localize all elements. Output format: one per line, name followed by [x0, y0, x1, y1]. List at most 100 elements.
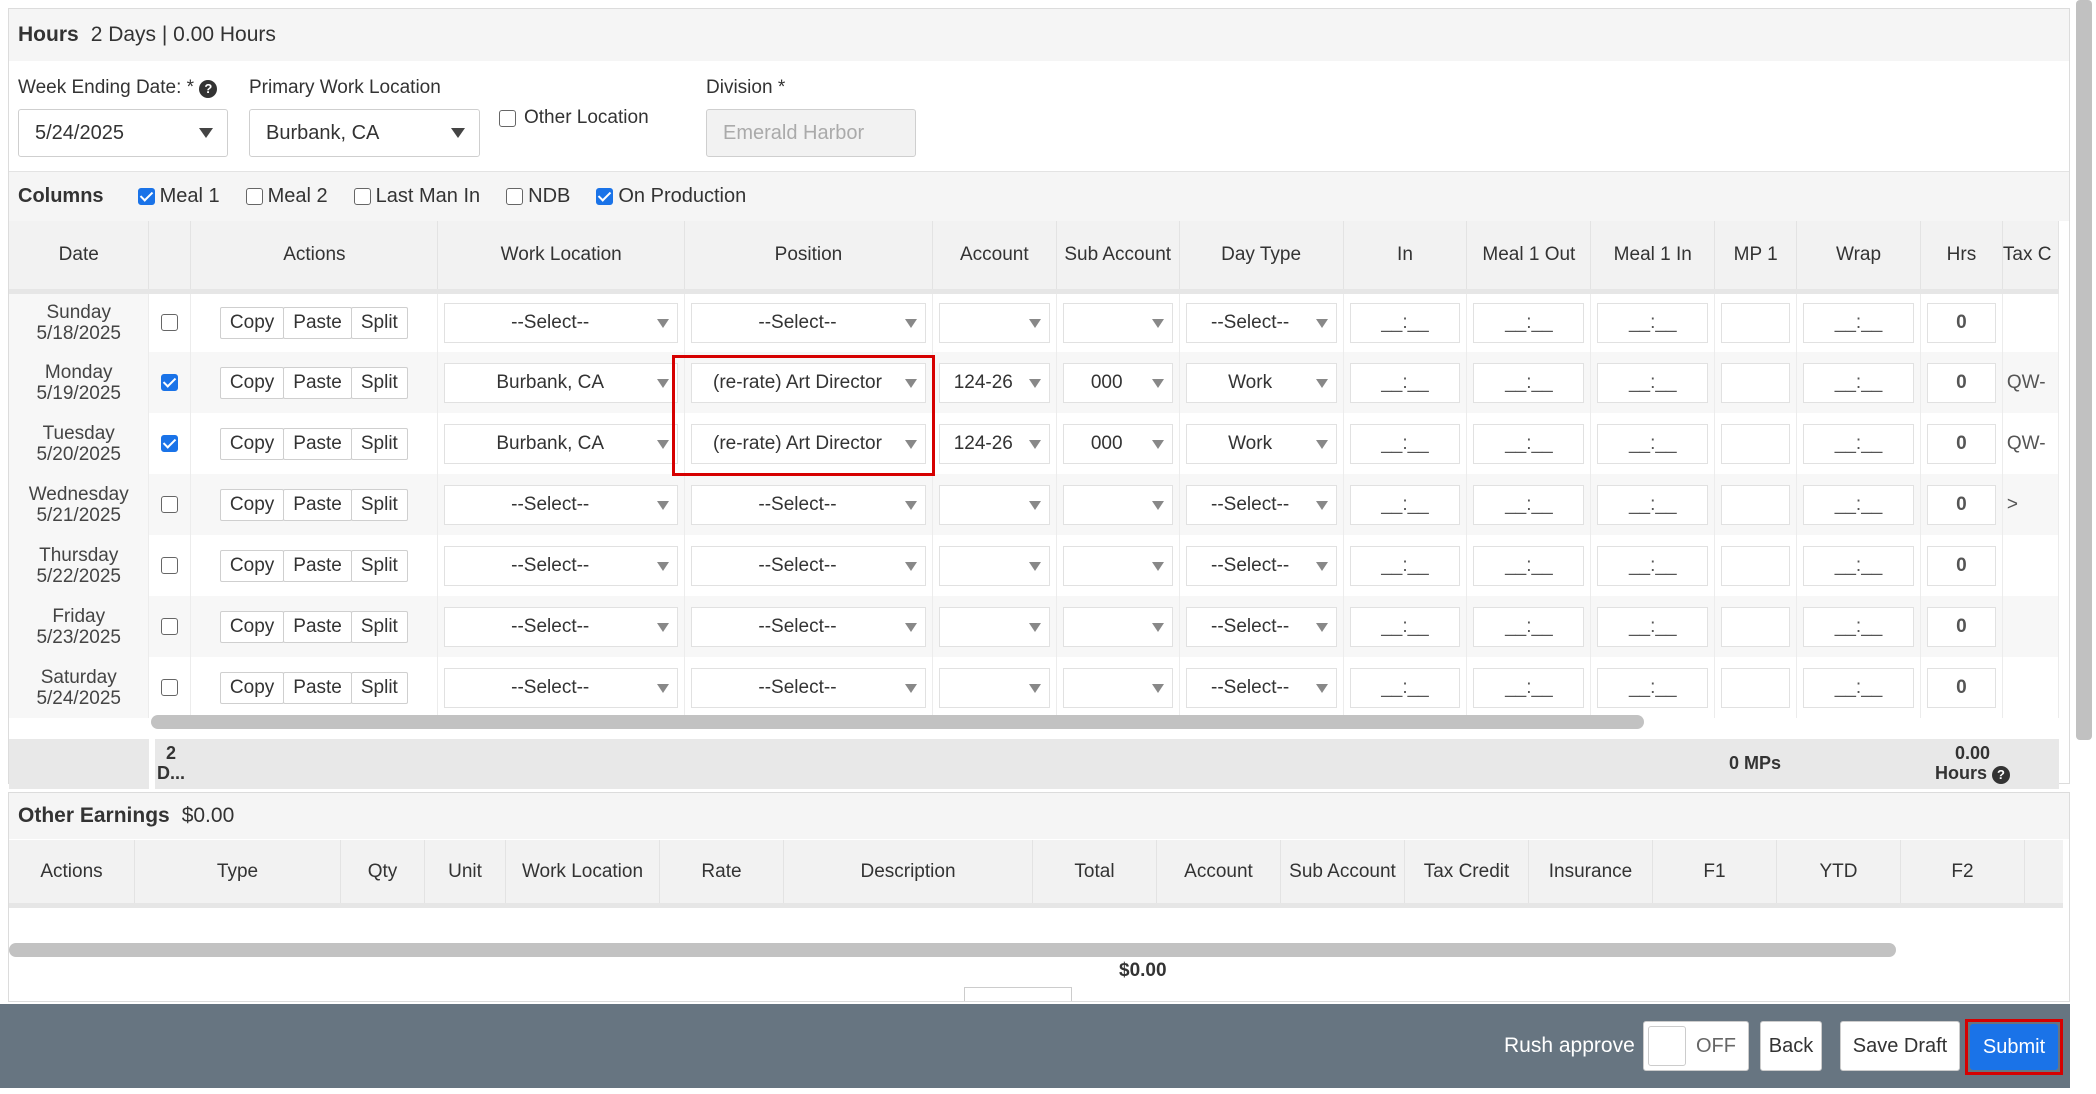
copy-button[interactable]: Copy: [219, 488, 285, 521]
row-checkbox[interactable]: [161, 556, 179, 574]
row-checkbox[interactable]: [161, 314, 179, 332]
other-location-checkbox[interactable]: [499, 109, 516, 127]
sub-account-select[interactable]: [1062, 545, 1173, 586]
column-option-ndb[interactable]: NDB: [506, 185, 570, 208]
sub-account-select[interactable]: [1062, 606, 1173, 647]
sub-account-select[interactable]: 000: [1062, 362, 1173, 403]
copy-button[interactable]: Copy: [219, 549, 285, 582]
copy-button[interactable]: Copy: [219, 610, 285, 643]
day-type-select[interactable]: --Select--: [1185, 302, 1337, 343]
sub-account-select[interactable]: [1062, 302, 1173, 343]
position-select[interactable]: --Select--: [691, 302, 926, 343]
wrap-time-field[interactable]: __:__: [1803, 423, 1914, 464]
sub-account-select[interactable]: [1062, 667, 1173, 708]
work-location-select[interactable]: --Select--: [444, 606, 679, 647]
in-time-field[interactable]: __:__: [1349, 667, 1461, 708]
primary-location-select[interactable]: Burbank, CA: [249, 109, 480, 157]
day-type-select[interactable]: --Select--: [1185, 545, 1337, 586]
other-location-option[interactable]: Other Location: [499, 107, 649, 129]
position-select[interactable]: --Select--: [691, 667, 926, 708]
back-button[interactable]: Back: [1760, 1021, 1822, 1071]
day-type-select[interactable]: Work: [1185, 423, 1337, 464]
work-location-select[interactable]: Burbank, CA: [444, 423, 679, 464]
mp1-field[interactable]: [1721, 667, 1791, 708]
meal1-in-field[interactable]: __:__: [1597, 667, 1709, 708]
account-select[interactable]: [938, 667, 1050, 708]
mp1-field[interactable]: [1721, 545, 1791, 586]
vertical-scrollbar[interactable]: [2076, 0, 2092, 740]
work-location-select[interactable]: --Select--: [444, 545, 679, 586]
row-select-cell[interactable]: [148, 413, 192, 474]
sub-account-select[interactable]: [1062, 484, 1173, 525]
day-type-select[interactable]: --Select--: [1185, 484, 1337, 525]
wrap-time-field[interactable]: __:__: [1803, 362, 1914, 403]
paste-button[interactable]: Paste: [283, 427, 352, 460]
paste-button[interactable]: Paste: [283, 610, 352, 643]
mp1-field[interactable]: [1721, 484, 1791, 525]
meal1-in-field[interactable]: __:__: [1597, 362, 1709, 403]
split-button[interactable]: Split: [350, 671, 408, 704]
wrap-time-field[interactable]: __:__: [1803, 667, 1914, 708]
meal1-in-field[interactable]: __:__: [1597, 606, 1709, 647]
in-time-field[interactable]: __:__: [1349, 362, 1461, 403]
column-option-on-production[interactable]: On Production: [596, 185, 746, 208]
meal1-out-field[interactable]: __:__: [1473, 362, 1585, 403]
split-button[interactable]: Split: [350, 306, 408, 339]
copy-button[interactable]: Copy: [219, 306, 285, 339]
meal1-out-field[interactable]: __:__: [1473, 606, 1585, 647]
account-select[interactable]: [938, 484, 1050, 525]
work-location-select[interactable]: --Select--: [444, 302, 679, 343]
row-checkbox[interactable]: [161, 373, 179, 391]
meal1-in-field[interactable]: __:__: [1597, 484, 1709, 525]
wrap-time-field[interactable]: __:__: [1803, 545, 1914, 586]
add-earning-button[interactable]: [964, 987, 1072, 1001]
paste-button[interactable]: Paste: [283, 366, 352, 399]
position-select[interactable]: --Select--: [691, 484, 926, 525]
copy-button[interactable]: Copy: [219, 366, 285, 399]
paste-button[interactable]: Paste: [283, 306, 352, 339]
column-option-last-man-in[interactable]: Last Man In: [353, 185, 480, 208]
split-button[interactable]: Split: [350, 610, 408, 643]
in-time-field[interactable]: __:__: [1349, 302, 1461, 343]
paste-button[interactable]: Paste: [283, 549, 352, 582]
help-icon[interactable]: ?: [1992, 766, 2011, 784]
copy-button[interactable]: Copy: [219, 671, 285, 704]
row-checkbox[interactable]: [161, 495, 179, 513]
account-select[interactable]: [938, 302, 1050, 343]
meal1-in-field[interactable]: __:__: [1597, 545, 1709, 586]
split-button[interactable]: Split: [350, 488, 408, 521]
submit-button[interactable]: Submit: [1970, 1024, 2058, 1070]
mp1-field[interactable]: [1721, 606, 1791, 647]
mp1-field[interactable]: [1721, 423, 1791, 464]
account-select[interactable]: [938, 606, 1050, 647]
work-location-select[interactable]: --Select--: [444, 484, 679, 525]
position-select[interactable]: --Select--: [691, 545, 926, 586]
meal1-out-field[interactable]: __:__: [1473, 545, 1585, 586]
wrap-time-field[interactable]: __:__: [1803, 302, 1914, 343]
position-select[interactable]: --Select--: [691, 606, 926, 647]
mp1-field[interactable]: [1721, 362, 1791, 403]
sub-account-select[interactable]: 000: [1062, 423, 1173, 464]
split-button[interactable]: Split: [350, 427, 408, 460]
account-select[interactable]: 124-26: [938, 362, 1050, 403]
row-checkbox[interactable]: [161, 434, 179, 452]
rush-approve-toggle[interactable]: OFF: [1643, 1021, 1749, 1071]
meal1-out-field[interactable]: __:__: [1473, 484, 1585, 525]
meal1-out-field[interactable]: __:__: [1473, 302, 1585, 343]
mp1-field[interactable]: [1721, 302, 1791, 343]
row-select-cell[interactable]: [148, 535, 192, 596]
meal1-in-field[interactable]: __:__: [1597, 302, 1709, 343]
horizontal-scrollbar[interactable]: [151, 715, 1644, 729]
in-time-field[interactable]: __:__: [1349, 423, 1461, 464]
meal1-in-field[interactable]: __:__: [1597, 423, 1709, 464]
row-select-cell[interactable]: [148, 291, 192, 352]
wrap-time-field[interactable]: __:__: [1803, 606, 1914, 647]
meal1-out-field[interactable]: __:__: [1473, 667, 1585, 708]
help-icon[interactable]: ?: [199, 79, 218, 98]
row-checkbox[interactable]: [161, 678, 179, 696]
split-button[interactable]: Split: [350, 366, 408, 399]
work-location-select[interactable]: Burbank, CA: [444, 362, 679, 403]
paste-button[interactable]: Paste: [283, 671, 352, 704]
column-option-meal2[interactable]: Meal 2: [245, 185, 328, 208]
paste-button[interactable]: Paste: [283, 488, 352, 521]
